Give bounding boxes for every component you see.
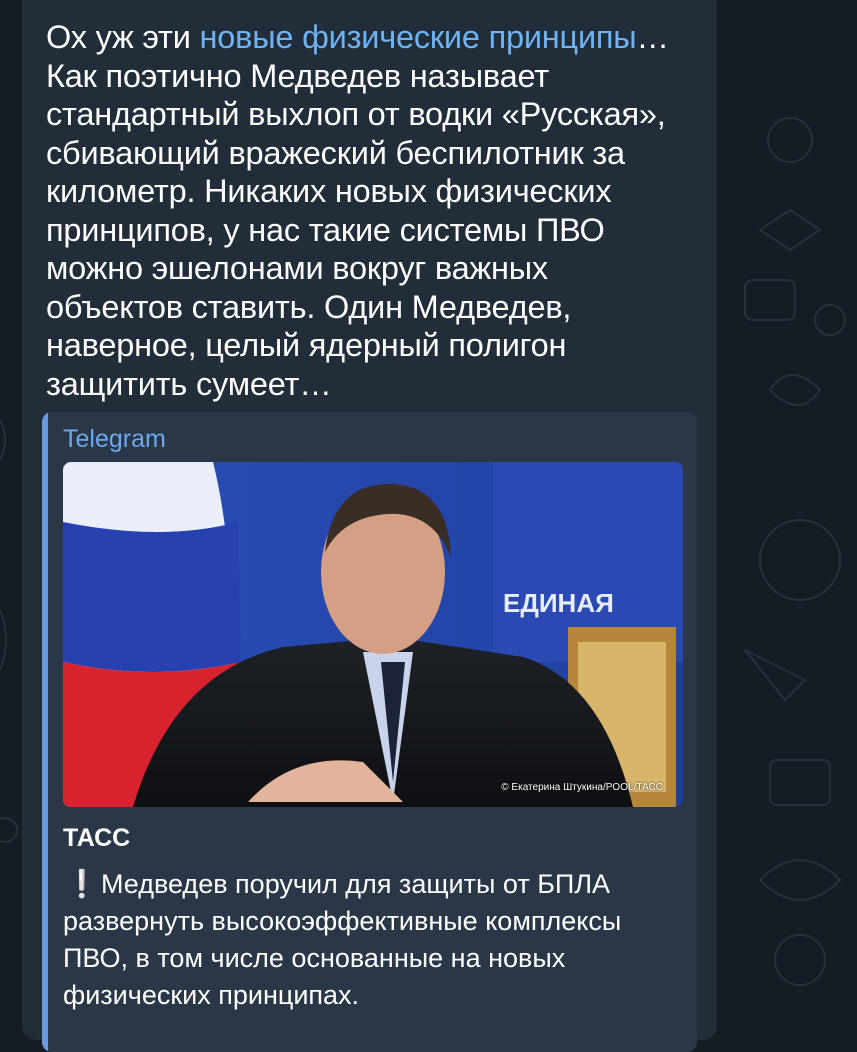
photo-image: ЕДИНАЯ (63, 462, 683, 807)
hashtag-link[interactable]: новые физические принципы (200, 19, 637, 55)
message-text-before-link: Ох уж эти (46, 19, 200, 55)
preview-site-name: Telegram (63, 425, 166, 453)
message-text: Ох уж эти новые физические принципы… Как… (46, 18, 686, 403)
preview-photo[interactable]: ЕДИНАЯ © Екатерина Штукина/POOL/ТАСС (63, 462, 683, 807)
preview-title: ТАСС (63, 824, 131, 852)
exclamation-icon: ❕ (65, 869, 99, 899)
preview-accent-bar (42, 412, 48, 1052)
preview-description: ❕Медведев поручил для защиты от БПЛА раз… (63, 866, 688, 1014)
link-preview[interactable]: Telegram ЕДИНАЯ © Екатерина Штукина/POOL… (42, 412, 697, 1052)
preview-description-text: Медведев поручил для защиты от БПЛА разв… (63, 869, 622, 1010)
message-text-after-link: … Как поэтично Медведев называет стандар… (46, 19, 669, 402)
svg-text:ЕДИНАЯ: ЕДИНАЯ (503, 588, 614, 618)
photo-credit: © Екатерина Штукина/POOL/ТАСС (501, 782, 663, 793)
